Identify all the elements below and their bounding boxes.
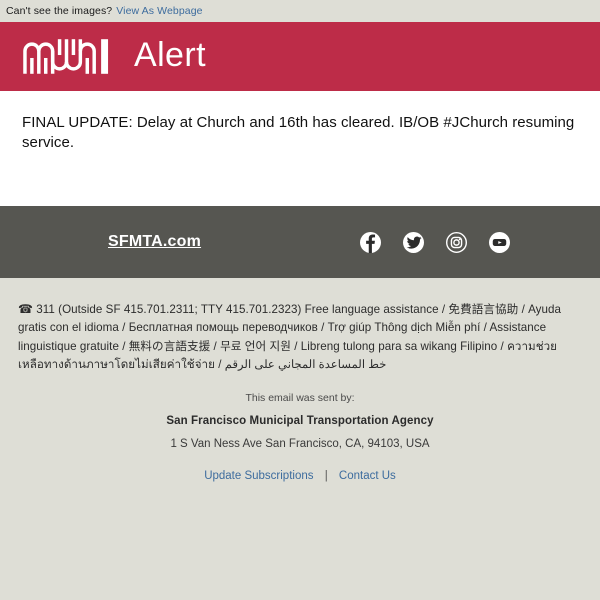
alert-title: Alert <box>134 36 206 74</box>
alert-message-text: FINAL UPDATE: Delay at Church and 16th h… <box>22 114 575 151</box>
organization-address: 1 S Van Ness Ave San Francisco, CA, 9410… <box>170 438 430 451</box>
images-notice-text: Can't see the images? <box>6 5 113 17</box>
facebook-icon[interactable] <box>360 231 381 253</box>
language-assistance-text: 311 (Outside SF 415.701.2311; TTY 415.70… <box>18 303 562 371</box>
sfmta-site-link[interactable]: SFMTA.com <box>108 233 201 251</box>
view-as-webpage-bar: Can't see the images? View As Webpage <box>0 0 600 22</box>
language-assistance-block: ☎ 311 (Outside SF 415.701.2311; TTY 415.… <box>0 278 600 374</box>
sent-by-label: This email was sent by: <box>245 392 355 405</box>
alert-body: FINAL UPDATE: Delay at Church and 16th h… <box>0 91 600 206</box>
twitter-icon[interactable] <box>403 231 424 253</box>
organization-name: San Francisco Municipal Transportation A… <box>166 415 434 428</box>
youtube-icon[interactable] <box>489 231 510 253</box>
contact-us-link[interactable]: Contact Us <box>339 470 396 482</box>
alert-masthead: Alert <box>0 22 600 91</box>
update-subscriptions-link[interactable]: Update Subscriptions <box>204 470 313 482</box>
view-as-webpage-link[interactable]: View As Webpage <box>116 5 202 17</box>
social-icon-group <box>360 231 582 253</box>
footer-links: Update Subscriptions | Contact Us <box>0 470 600 482</box>
muni-logo-icon <box>22 38 112 75</box>
telephone-icon: ☎ <box>18 302 33 316</box>
social-footer-bar: SFMTA.com <box>0 206 600 278</box>
links-separator: | <box>324 470 328 483</box>
instagram-icon[interactable] <box>446 231 467 253</box>
